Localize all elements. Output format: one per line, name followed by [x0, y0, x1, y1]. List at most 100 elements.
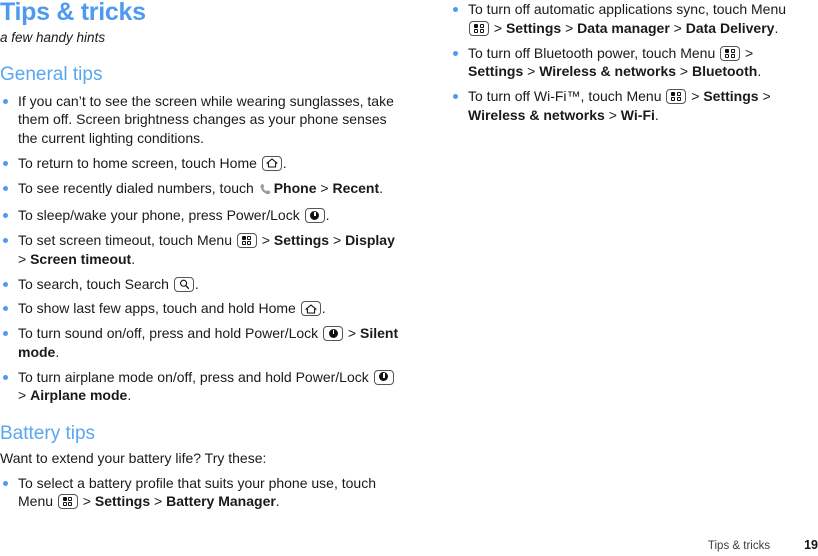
tip-sep: > — [490, 19, 506, 36]
menu-icon — [720, 45, 741, 61]
list-item: To turn off Wi-Fi™, touch Menu > Setting… — [450, 87, 810, 125]
tip-bold: Wi-Fi — [620, 106, 655, 123]
power-lock-icon — [304, 208, 325, 224]
menu-cell — [68, 497, 73, 502]
list-item: To turn airplane mode on/off, press and … — [0, 368, 405, 406]
battery-tips-intro: Want to extend your battery life? Try th… — [0, 450, 267, 467]
tip-text-tail: . — [757, 63, 762, 80]
menu-cell — [68, 502, 73, 507]
footer-section-name: Tips & tricks — [707, 540, 771, 552]
tip-sep: > — [329, 232, 346, 249]
tip-sep: > — [741, 44, 754, 61]
tip-bold: Phone — [273, 179, 317, 196]
tip-sep: > — [561, 19, 578, 36]
tip-sep: > — [687, 88, 704, 104]
page-title: Tips & tricks — [0, 0, 146, 26]
tip-bold: Settings — [703, 88, 759, 104]
menu-cell — [474, 28, 478, 33]
menu-cell — [676, 92, 681, 96]
tip-text-tail: . — [194, 275, 199, 292]
tip-text: To turn airplane mode on/off, press and … — [18, 368, 373, 385]
general-tips-list: If you can’t to see the screen while wea… — [0, 92, 405, 406]
tip-bold: Settings — [505, 19, 562, 36]
home-icon — [300, 301, 321, 317]
section-heading-general-tips: General tips — [0, 63, 103, 85]
battery-tips-list-right: To turn off automatic applications sync,… — [450, 0, 810, 125]
tip-sep: > — [669, 19, 686, 36]
list-item: To show last few apps, touch and hold Ho… — [0, 299, 405, 318]
tip-sep: > — [18, 250, 31, 267]
menu-cell — [247, 236, 252, 241]
list-item: To turn sound on/off, press and hold Pow… — [0, 324, 405, 362]
tip-sep: > — [150, 493, 167, 510]
tip-bold: Data manager — [577, 19, 670, 36]
tip-bold: Screen timeout — [30, 250, 132, 267]
list-item: To select a battery profile that suits y… — [0, 474, 405, 512]
menu-cell — [725, 53, 730, 58]
list-item: To turn off automatic applications sync,… — [450, 0, 810, 38]
tip-text-tail: . — [321, 300, 326, 317]
menu-icon — [236, 233, 257, 249]
menu-cell — [247, 241, 252, 246]
tip-bold: Display — [345, 232, 395, 249]
tip-text-tail: . — [379, 179, 384, 196]
tip-sep: > — [18, 387, 31, 404]
home-icon — [261, 155, 282, 171]
tip-sep: > — [758, 88, 771, 104]
tip-text-tail: . — [55, 343, 60, 360]
page-footer: Tips & tricks 19 — [418, 538, 818, 552]
list-item: To set screen timeout, touch Menu > Sett… — [0, 231, 405, 269]
menu-cell — [62, 502, 67, 507]
menu-cell — [241, 241, 246, 246]
menu-cell — [479, 23, 484, 28]
menu-cell — [730, 48, 735, 53]
right-column: To turn off automatic applications sync,… — [450, 0, 810, 125]
menu-cell — [671, 97, 676, 101]
search-icon — [173, 276, 194, 292]
manual-page: Tips & tricks a few handy hints General … — [0, 0, 818, 556]
tip-text-tail: . — [774, 19, 779, 36]
menu-cell — [474, 23, 478, 28]
menu-icon — [57, 494, 78, 510]
tip-bold: Settings — [468, 63, 524, 80]
tip-text: To show last few apps, touch and hold Ho… — [18, 300, 300, 317]
tip-text-tail: . — [127, 387, 132, 404]
left-column: Tips & tricks a few handy hints General … — [0, 0, 405, 511]
menu-cell — [671, 92, 676, 96]
power-bar — [332, 329, 335, 335]
tip-text: To turn off Bluetooth power, touch Menu — [468, 44, 720, 61]
menu-cell — [479, 28, 484, 33]
tip-text: To return to home screen, touch Home — [18, 154, 261, 171]
tip-bold: Bluetooth — [692, 63, 758, 80]
list-item: If you can’t to see the screen while wea… — [0, 92, 405, 148]
tip-text: To set screen timeout, touch Menu — [18, 232, 236, 249]
footer-page-number: 19 — [804, 538, 818, 552]
tip-sep: > — [344, 325, 361, 342]
tip-bold: Airplane mode — [30, 387, 128, 404]
power-lock-icon — [323, 326, 344, 342]
tip-sep: > — [316, 179, 333, 196]
menu-cell — [730, 53, 735, 58]
tip-text: If you can’t to see the screen while wea… — [18, 92, 394, 147]
tip-text-tail: . — [275, 493, 280, 510]
menu-cell — [725, 48, 730, 53]
page-subtitle: a few handy hints — [0, 30, 106, 45]
list-item: To see recently dialed numbers, touch Ph… — [0, 179, 405, 201]
tip-bold: Battery Manager — [166, 493, 276, 510]
tip-bold: Recent — [332, 179, 380, 196]
list-item: To search, touch Search . — [0, 275, 405, 294]
tip-text: To see recently dialed numbers, touch — [18, 179, 258, 196]
tip-bold: Data Delivery — [685, 19, 775, 36]
tip-text: To turn sound on/off, press and hold Pow… — [18, 325, 323, 342]
list-item: To return to home screen, touch Home . — [0, 154, 405, 173]
section-heading-battery-tips: Battery tips — [0, 423, 96, 445]
list-item: To sleep/wake your phone, press Power/Lo… — [0, 206, 405, 225]
power-bar — [383, 373, 385, 378]
tip-text: To search, touch Search — [18, 275, 173, 292]
tip-text: To turn off automatic applications sync,… — [468, 1, 787, 17]
tip-sep: > — [78, 493, 95, 510]
tip-sep: > — [257, 232, 274, 249]
menu-cell — [676, 97, 681, 101]
battery-tips-list-left: To select a battery profile that suits y… — [0, 474, 405, 512]
list-item: To turn off Bluetooth power, touch Menu … — [450, 44, 810, 82]
